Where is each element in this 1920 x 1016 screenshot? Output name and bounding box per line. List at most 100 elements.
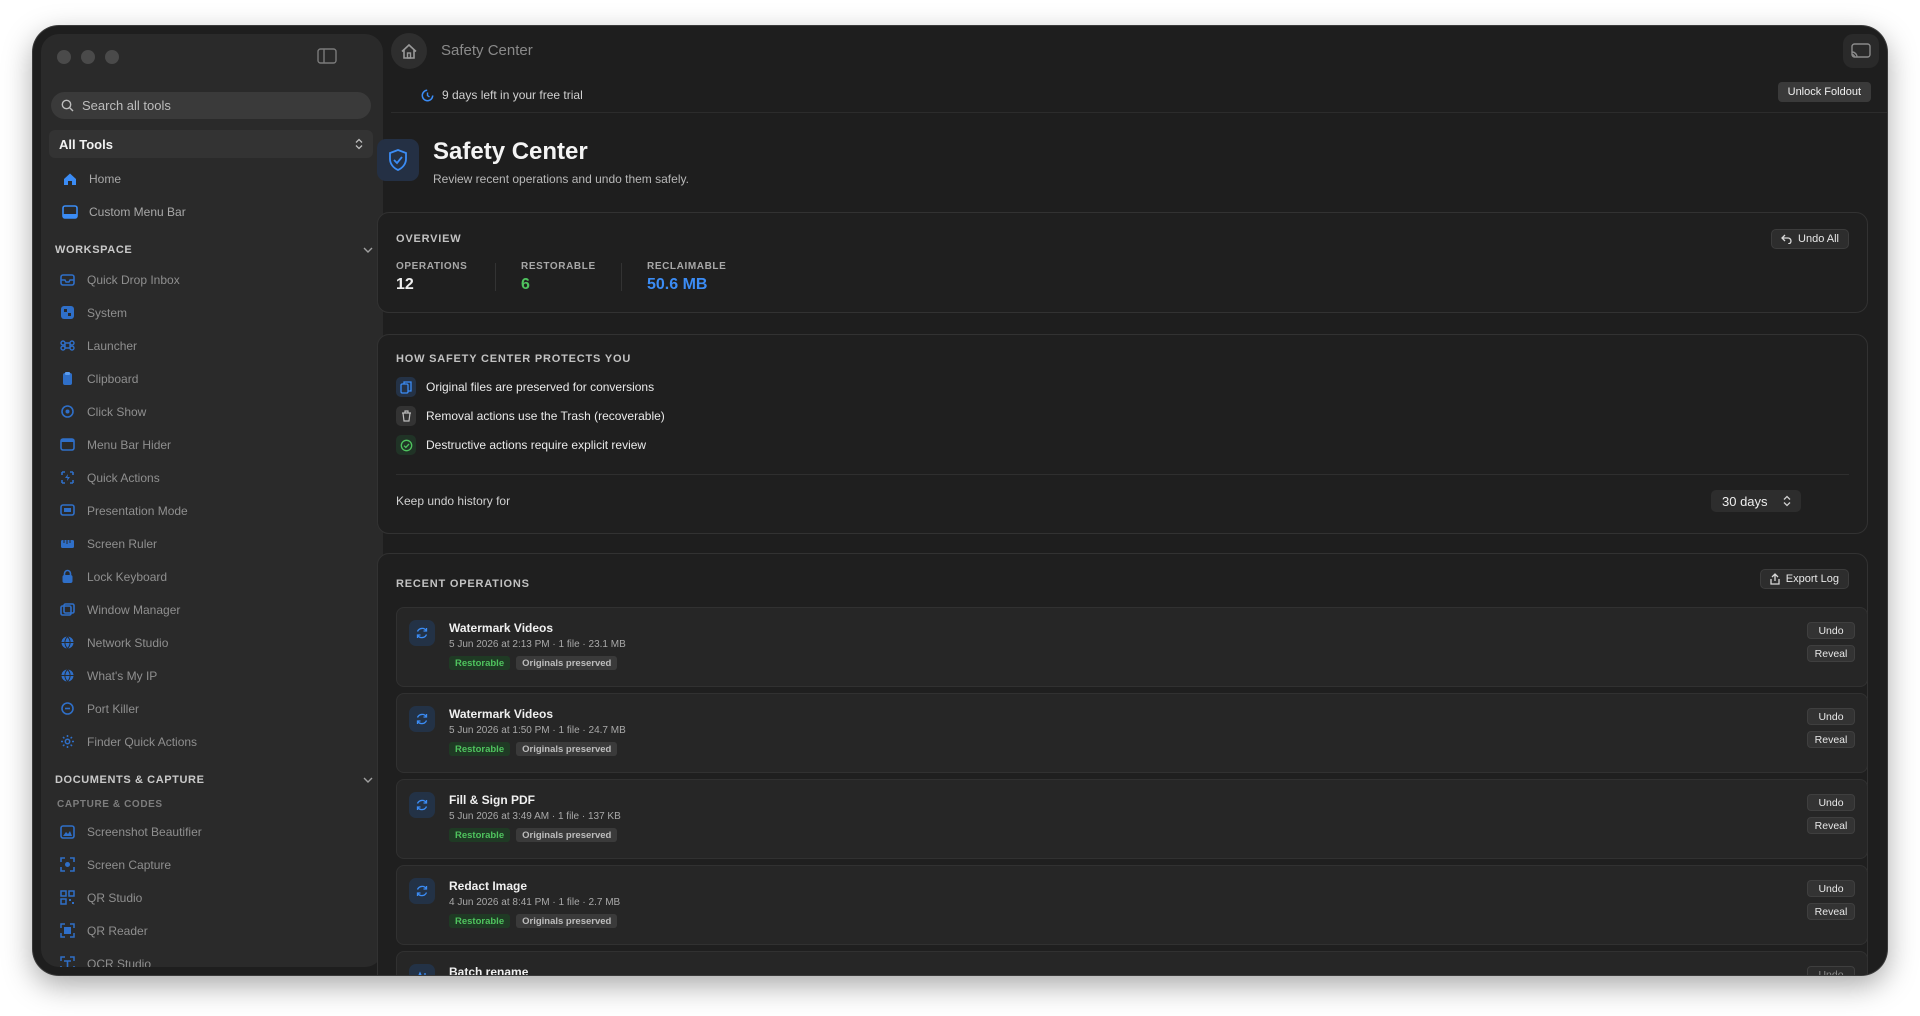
export-log-label: Export Log [1785,573,1839,585]
reveal-button[interactable]: Reveal [1807,817,1855,834]
sidebar: All Tools Home Custom Menu Bar WORKSPACE… [41,34,383,967]
history-label: Keep undo history for [396,494,511,508]
sidebar-item-quick-drop-inbox[interactable]: Quick Drop Inbox [41,263,383,296]
operation-meta: 5 Jun 2026 at 1:50 PM · 1 file · 24.7 MB [449,725,626,736]
undo-button[interactable]: Undo [1807,966,1855,975]
undo-button[interactable]: Undo [1807,622,1855,639]
gear-icon [59,733,76,750]
protection-card: HOW SAFETY CENTER PROTECTS YOU Original … [377,334,1868,534]
zoom-window-button[interactable] [105,50,119,64]
operation-row: Watermark Videos 5 Jun 2026 at 1:50 PM ·… [396,693,1868,773]
sidebar-item-label: Screenshot Beautifier [87,824,202,839]
lock-icon [59,568,76,585]
divider [396,474,1849,475]
history-duration-select[interactable]: 30 days [1711,490,1801,512]
cast-button[interactable] [1843,34,1879,68]
sidebar-nav: Home Custom Menu Bar WORKSPACE Quick Dro… [41,162,383,967]
sidebar-item-network-studio[interactable]: Network Studio [41,626,383,659]
sidebar-item-ocr-studio[interactable]: OCR Studio [41,947,383,967]
workspace-section-header[interactable]: WORKSPACE [41,236,383,263]
sidebar-item-home[interactable]: Home [41,162,383,195]
window-controls [57,50,119,64]
operation-row: Redact Image 4 Jun 2026 at 8:41 PM · 1 f… [396,865,1868,945]
operation-meta: 5 Jun 2026 at 3:49 AM · 1 file · 137 KB [449,811,621,822]
search-input[interactable] [80,97,354,114]
restorable-badge: Restorable [449,742,511,756]
unlock-button[interactable]: Unlock Foldout [1777,82,1871,102]
sidebar-item-screenshot-beautifier[interactable]: Screenshot Beautifier [41,815,383,848]
chevron-down-icon [363,247,373,253]
bolt-icon [59,469,76,486]
sidebar-item-finder-quick-actions[interactable]: Finder Quick Actions [41,725,383,758]
sidebar-item-menu-bar-hider[interactable]: Menu Bar Hider [41,428,383,461]
sidebar-item-port-killer[interactable]: Port Killer [41,692,383,725]
sidebar-item-qr-reader[interactable]: QR Reader [41,914,383,947]
menubar-icon [61,203,78,220]
sidebar-item-label: Custom Menu Bar [89,204,186,219]
sidebar-item-click-show[interactable]: Click Show [41,395,383,428]
sidebar-item-custom-menu-bar[interactable]: Custom Menu Bar [41,195,383,228]
stat-operations: OPERATIONS 12 [396,261,467,294]
sidebar-item-screen-capture[interactable]: Screen Capture [41,848,383,881]
trial-notice: 9 days left in your free trial [421,88,583,102]
stat-label: OPERATIONS [396,261,468,272]
protect-text: Removal actions use the Trash (recoverab… [426,409,665,423]
presentation-icon [59,502,76,519]
sidebar-item-presentation-mode[interactable]: Presentation Mode [41,494,383,527]
trash-icon [396,406,416,426]
copy-icon [396,377,416,397]
title-bar: Safety Center [391,26,1887,76]
history-value: 30 days [1722,493,1768,509]
documents-section-header[interactable]: DOCUMENTS & CAPTURE [41,766,383,793]
reveal-button[interactable]: Reveal [1807,731,1855,748]
clipboard-icon [59,370,76,387]
undo-button[interactable]: Undo [1807,794,1855,811]
sidebar-item-launcher[interactable]: Launcher [41,329,383,362]
sidebar-item-label: Clipboard [87,371,139,386]
sidebar-item-quick-actions[interactable]: Quick Actions [41,461,383,494]
house-icon [61,170,78,187]
sidebar-item-window-manager[interactable]: Window Manager [41,593,383,626]
sidebar-item-lock-keyboard[interactable]: Lock Keyboard [41,560,383,593]
sidebar-item-system[interactable]: System [41,296,383,329]
search-box[interactable] [51,92,371,119]
sidebar-item-label: Window Manager [87,602,181,617]
stat-value: 12 [396,276,414,293]
sidebar-item-whats-my-ip[interactable]: What's My IP [41,659,383,692]
restorable-badge: Restorable [449,656,511,670]
house-icon [401,43,417,59]
close-window-button[interactable] [57,50,71,64]
operation-badges: Restorable Originals preserved [449,828,618,842]
reveal-button[interactable]: Reveal [1807,903,1855,920]
minimize-window-button[interactable] [81,50,95,64]
sync-icon [409,878,435,904]
reveal-button[interactable]: Reveal [1807,645,1855,662]
export-log-button[interactable]: Export Log [1759,569,1849,589]
undo-button[interactable]: Undo [1807,880,1855,897]
command-icon [59,337,76,354]
sidebar-item-label: OCR Studio [87,956,152,968]
sidebar-item-label: Screen Ruler [87,536,158,551]
ruler-icon [59,535,76,552]
image-icon [59,823,76,840]
operation-row: Watermark Videos 5 Jun 2026 at 2:13 PM ·… [396,607,1868,687]
sidebar-item-clipboard[interactable]: Clipboard [41,362,383,395]
recent-operations-card: RECENT OPERATIONS Export Log Watermark V… [377,553,1868,975]
ocr-icon [59,955,76,967]
operation-name: Redact Image [449,879,528,893]
chevron-down-icon [363,777,373,783]
sync-icon [409,706,435,732]
sidebar-toggle-icon[interactable] [317,48,337,64]
tool-filter-select[interactable]: All Tools [49,130,373,158]
section-title: DOCUMENTS & CAPTURE [55,773,205,786]
qr-reader-icon [59,922,76,939]
undo-button[interactable]: Undo [1807,708,1855,725]
home-button[interactable] [391,33,427,69]
sidebar-item-screen-ruler[interactable]: Screen Ruler [41,527,383,560]
stat-divider [621,263,622,291]
sidebar-item-qr-studio[interactable]: QR Studio [41,881,383,914]
undo-all-button[interactable]: Undo All [1771,229,1849,249]
operation-meta: 5 Jun 2026 at 2:13 PM · 1 file · 23.1 MB [449,639,626,650]
operation-badges: Restorable Originals preserved [449,742,618,756]
card-title: OVERVIEW [396,233,462,245]
